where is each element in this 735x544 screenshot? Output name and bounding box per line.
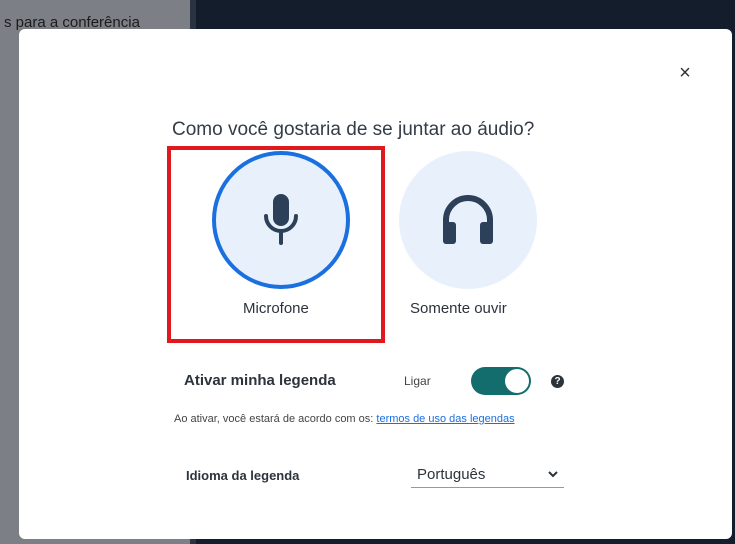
listen-only-label: Somente ouvir <box>410 300 507 317</box>
microphone-icon <box>264 194 298 245</box>
terms-link[interactable]: termos de uso das legendas <box>376 413 514 425</box>
modal-title: Como você gostaria de se juntar ao áudio… <box>172 119 535 140</box>
toggle-state-text: Ligar <box>404 374 431 388</box>
captions-toggle[interactable] <box>471 367 531 395</box>
microphone-option[interactable] <box>212 151 350 289</box>
audio-modal: × Como você gostaria de se juntar ao áud… <box>19 29 732 539</box>
terms-text: Ao ativar, você estará de acordo com os:… <box>174 413 515 425</box>
captions-label: Ativar minha legenda <box>184 372 336 389</box>
microphone-label: Microfone <box>243 300 309 317</box>
listen-only-option[interactable] <box>399 151 537 289</box>
help-icon[interactable]: ? <box>551 375 564 388</box>
toggle-knob <box>505 369 529 393</box>
language-value: Português <box>417 466 486 483</box>
language-label: Idioma da legenda <box>186 468 300 483</box>
terms-prefix: Ao ativar, você estará de acordo com os: <box>174 413 377 425</box>
close-icon[interactable]: × <box>675 63 695 83</box>
chevron-down-icon <box>548 471 558 478</box>
headphones-icon <box>443 195 493 244</box>
language-select[interactable]: Português <box>411 462 564 488</box>
